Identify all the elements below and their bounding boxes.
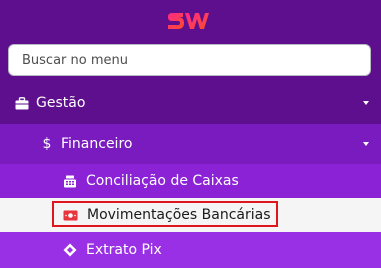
brand-logo[interactable] [0,0,381,42]
search-input[interactable] [8,44,371,76]
menu-item-movimentacoes-bancarias[interactable]: Movimentações Bancárias [0,198,381,232]
search-container [8,44,371,76]
sidebar-menu: Gestão $ Financeiro Conciliação de Caixa… [0,0,381,268]
cash-register-icon [62,173,78,189]
money-bill-icon [62,207,78,223]
menu-item-conciliacao-caixas[interactable]: Conciliação de Caixas [0,164,381,198]
menu-item-label: Movimentações Bancárias [87,207,271,223]
pix-icon [62,242,78,258]
menu-item-label: Conciliação de Caixas [86,173,239,189]
briefcase-icon [14,95,30,111]
menu-item-label: Financeiro [61,136,133,152]
menu-item-extrato-pix[interactable]: Extrato Pix [0,232,381,268]
chevron-down-icon [363,142,369,146]
chevron-down-icon [363,101,369,105]
menu-item-label: Extrato Pix [86,242,162,258]
menu-item-gestao[interactable]: Gestão [0,86,381,120]
menu-item-financeiro[interactable]: $ Financeiro [0,124,381,164]
sw-logo-icon [167,13,209,29]
menu-item-label: Gestão [36,95,86,111]
dollar-icon: $ [42,136,52,152]
